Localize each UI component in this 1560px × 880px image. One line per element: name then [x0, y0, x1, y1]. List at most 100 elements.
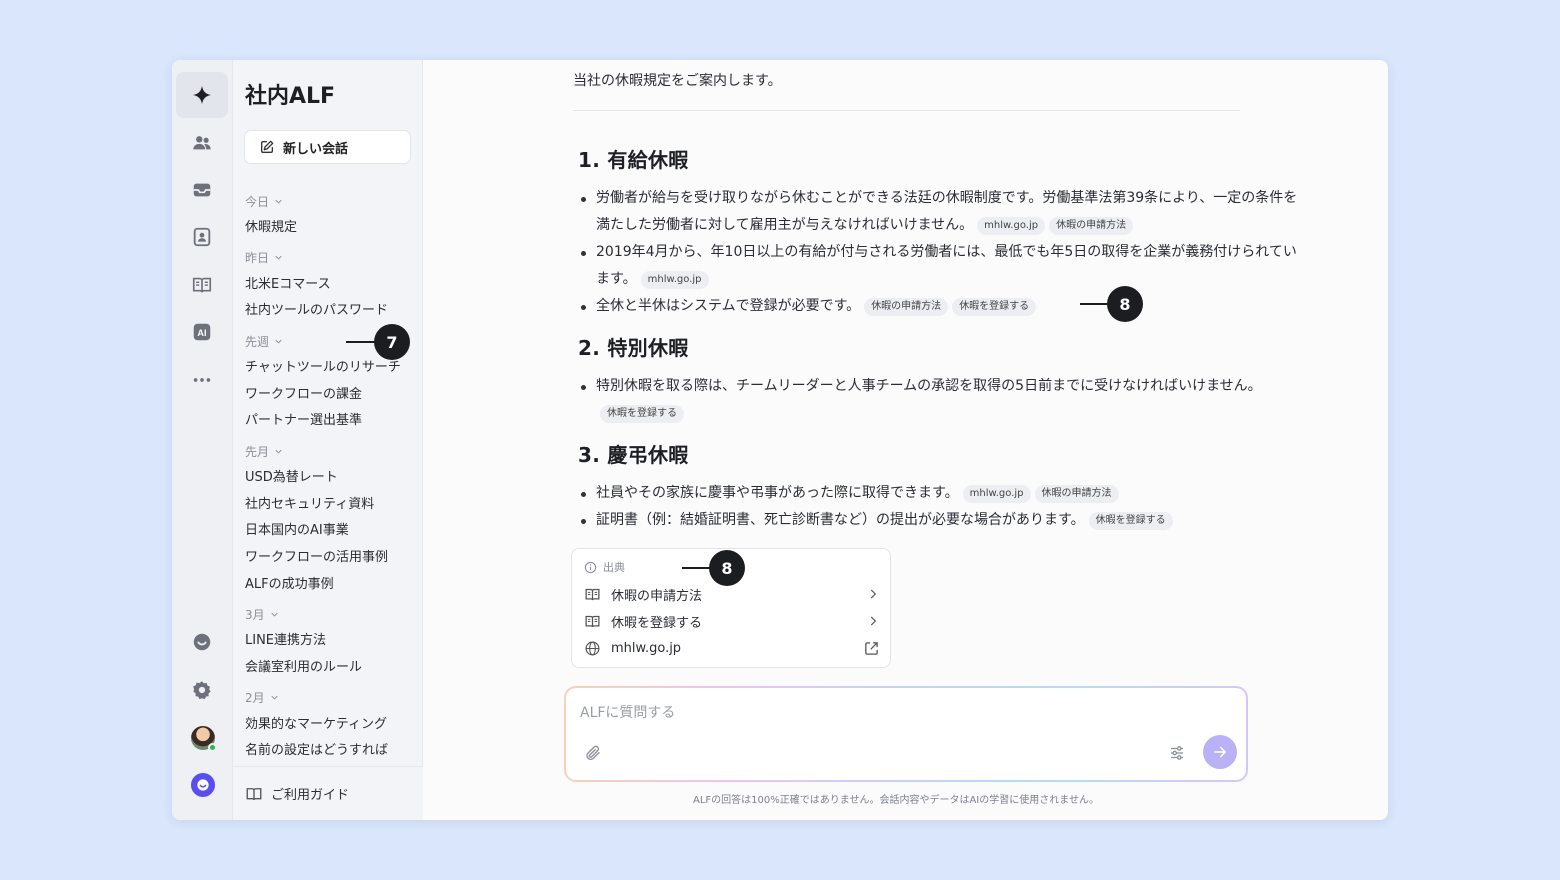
- online-status-dot: [208, 743, 217, 752]
- source-item[interactable]: 休暇を登録する: [584, 608, 880, 634]
- bullet-text: 全休と半休はシステムで登録が必要です。: [596, 298, 861, 314]
- history-item[interactable]: 名前の設定はどうすれば: [245, 736, 417, 760]
- answer-content: 1. 有給休暇 労働者が給与を受け取りながら休むことができる法廷の休暇制度です。労…: [578, 144, 1298, 546]
- history-item[interactable]: 日本国内のAI事業: [245, 516, 417, 543]
- sidebar-title: 社内ALF: [245, 84, 336, 109]
- citation-pill[interactable]: 休暇の申請方法: [864, 298, 949, 316]
- ai-sparkle-icon[interactable]: [176, 72, 228, 118]
- history-group-label: 先月: [245, 444, 270, 459]
- history-item[interactable]: 社内ツールのパスワード: [245, 295, 417, 322]
- callout-line: [682, 567, 712, 569]
- history-item[interactable]: ワークフローの課金: [245, 379, 417, 406]
- history-group-label: 3月: [245, 608, 265, 623]
- chevron-down-icon: [275, 449, 282, 454]
- callout-marker-7: 7: [374, 324, 410, 360]
- history-group-header[interactable]: 今日: [245, 190, 417, 212]
- history-group-header[interactable]: 3月: [245, 604, 417, 626]
- section-heading: 3. 慶弔休暇: [578, 443, 689, 467]
- citation-pill[interactable]: mhlw.go.jp: [640, 271, 709, 289]
- conversation-sidebar: 社内ALF 新しい会話 今日休暇規定昨日 北米Eコマース 社内ツールのパスワード先週…: [233, 60, 423, 820]
- globe-icon: [585, 641, 600, 655]
- history-item[interactable]: 北米Eコマース: [245, 269, 417, 296]
- book-icon: [585, 588, 600, 600]
- citation-pill[interactable]: 休暇を登録する: [952, 298, 1037, 316]
- history-item[interactable]: 休暇規定: [245, 212, 417, 239]
- contact-card-icon[interactable]: [176, 214, 228, 260]
- callout-line: [1080, 303, 1110, 305]
- gear-icon[interactable]: [176, 667, 228, 713]
- arrow-right-icon: [1214, 746, 1226, 758]
- question-input[interactable]: ALFに質問する: [580, 702, 675, 722]
- channel-logo-icon[interactable]: [191, 773, 215, 797]
- history-item[interactable]: 効果的なマーケティング: [245, 709, 417, 736]
- source-item[interactable]: mhlw.go.jp: [584, 635, 880, 661]
- usage-guide-label: ご利用ガイド: [271, 788, 350, 803]
- history-item[interactable]: LINE連携方法: [245, 626, 417, 653]
- chevron-down-icon: [271, 612, 278, 617]
- citation-pill[interactable]: 休暇の申請方法: [1049, 217, 1134, 235]
- citation-pill[interactable]: 休暇の申請方法: [1034, 485, 1119, 503]
- book-icon[interactable]: [176, 262, 228, 308]
- list-item: 社員やその家族に慶事や弔事があった際に取得できます。 mhlw.go.jp 休暇の申…: [578, 480, 1298, 507]
- history-group-label: 先週: [245, 334, 270, 349]
- bullet-list: 特別休暇を取る際は、チームリーダーと人事チームの承認を取得の5日前までに受けなけ…: [578, 373, 1298, 427]
- svg-text:AI: AI: [197, 328, 206, 338]
- history-item[interactable]: 会議室利用のルール: [245, 652, 417, 679]
- history-item[interactable]: 社内セキュリティ資料: [245, 489, 417, 516]
- new-chat-label: 新しい会話: [283, 141, 349, 157]
- bullet-list: 労働者が給与を受け取りながら休むことができる法廷の休暇制度です。労働基準法第39…: [578, 185, 1298, 320]
- message-intro: 当社の休暇規定をご案内します。: [573, 73, 782, 89]
- channel-chat-icon[interactable]: [176, 619, 228, 665]
- history-group-label: 2月: [245, 691, 265, 706]
- book-icon: [246, 787, 262, 800]
- book-icon: [585, 615, 600, 627]
- history-item[interactable]: ALFの成功事例: [245, 569, 417, 596]
- sources-label: 出典: [603, 561, 625, 574]
- citation-pill[interactable]: mhlw.go.jp: [962, 485, 1031, 503]
- send-button[interactable]: [1203, 735, 1237, 769]
- history-group-header[interactable]: 昨日: [245, 247, 417, 269]
- callout-marker-8: 8: [709, 550, 745, 586]
- history-item[interactable]: USD為替レート: [245, 462, 417, 489]
- chevron-down-icon: [275, 199, 282, 204]
- list-item: 証明書（例：結婚証明書、死亡診断書など）の提出が必要な場合があります。 休暇を登録…: [578, 507, 1298, 534]
- sources-header: 出典: [584, 559, 625, 575]
- ai-badge-icon[interactable]: AI: [176, 309, 228, 355]
- answer-section: 3. 慶弔休暇社員やその家族に慶事や弔事があった際に取得できます。 mhlw.go…: [578, 439, 1298, 534]
- source-label: 休暇を登録する: [611, 615, 703, 631]
- external-link-icon: [863, 640, 880, 657]
- citation-pill[interactable]: 休暇を登録する: [1088, 512, 1173, 530]
- history-group-label: 今日: [245, 194, 270, 209]
- people-icon[interactable]: [176, 120, 228, 166]
- usage-guide-link[interactable]: ご利用ガイド: [233, 766, 423, 820]
- history-group-header[interactable]: 先月: [245, 440, 417, 462]
- citation-pill[interactable]: 休暇を登録する: [600, 405, 684, 423]
- answer-section: 1. 有給休暇 労働者が給与を受け取りながら休むことができる法廷の休暇制度です。労…: [578, 144, 1298, 320]
- callout-marker-8: 8: [1107, 286, 1143, 322]
- paperclip-icon[interactable]: [584, 744, 602, 766]
- inbox-icon[interactable]: [176, 167, 228, 213]
- icon-rail: AI: [172, 60, 233, 820]
- answer-section: 2. 特別休暇 特別休暇を取る際は、チームリーダーと人事チームの承認を取得の5日前…: [578, 332, 1298, 427]
- history-item[interactable]: ワークフローの活用事例: [245, 542, 417, 569]
- source-label: 休暇の申請方法: [611, 588, 703, 604]
- list-item: 特別休暇を取る際は、チームリーダーと人事チームの承認を取得の5日前までに受けなけ…: [578, 373, 1298, 427]
- sliders-icon[interactable]: [1168, 744, 1186, 766]
- more-icon[interactable]: [176, 357, 228, 403]
- bullet-text: 特別休暇を取る際は、チームリーダーと人事チームの承認を取得の5日前までに受けなけ…: [596, 378, 1262, 394]
- composer-inner: ALFに質問する: [566, 688, 1246, 780]
- bullet-text: 証明書（例：結婚証明書、死亡診断書など）の提出が必要な場合があります。: [596, 512, 1085, 528]
- list-item: 2019年4月から、年10日以上の有給が付与される労働者には、最低でも年5日の取…: [578, 239, 1298, 293]
- chevron-down-icon: [271, 696, 278, 700]
- history-group-header[interactable]: 2月: [245, 687, 417, 709]
- citation-pill[interactable]: mhlw.go.jp: [977, 217, 1046, 235]
- conversation-history: 今日 休暇規定 昨日 北米Eコマース 社内ツールのパスワード 先週 チャットツールのリサーチ…: [245, 190, 417, 760]
- list-item: 全休と半休はシステムで登録が必要です。 休暇の申請方法 休暇を登録する: [578, 293, 1298, 320]
- bullet-list: 社員やその家族に慶事や弔事があった際に取得できます。 mhlw.go.jp 休暇の申…: [578, 480, 1298, 534]
- history-item[interactable]: パートナー選出基準: [245, 405, 417, 432]
- bullet-text: 社員やその家族に慶事や弔事があった際に取得できます。: [596, 485, 959, 501]
- new-chat-button[interactable]: 新しい会話: [244, 130, 411, 164]
- avatar[interactable]: [191, 726, 217, 752]
- chevron-down-icon: [275, 255, 282, 260]
- composer: ALFに質問する: [564, 686, 1248, 782]
